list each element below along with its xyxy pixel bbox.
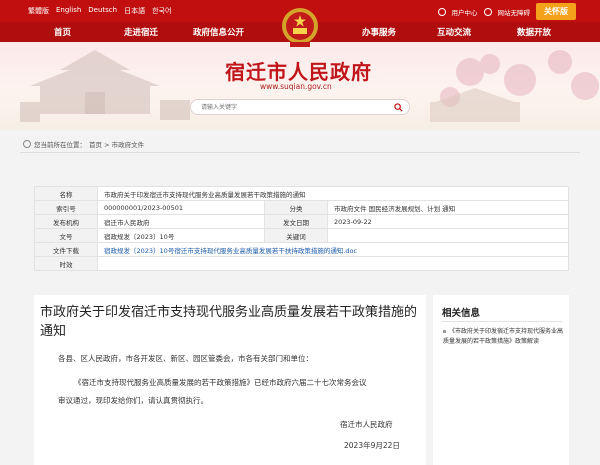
related-link-text[interactable]: 《市政府关于印发宿迁市支持现代服务业高质量发展的若干政策措施》政策解读 <box>443 328 563 345</box>
keyword-label: 关键词 <box>264 228 328 243</box>
nav-interaction[interactable]: 互动交流 <box>437 26 471 38</box>
care-mode-button[interactable]: 关怀版 <box>536 3 576 20</box>
lang-traditional[interactable]: 繁體版 <box>28 6 49 16</box>
index-label: 索引号 <box>34 200 98 215</box>
article-panel: 市政府关于印发宿迁市支持现代服务业高质量发展若干政策措施的通知 各县、区人民政府… <box>34 295 426 465</box>
lang-english[interactable]: English <box>56 6 81 16</box>
validity-value <box>97 256 569 271</box>
site-title: 宿迁市人民政府 <box>225 60 372 84</box>
user-icon <box>437 7 446 16</box>
docno-label: 文号 <box>34 228 98 243</box>
index-value: 000000001/2023-00501 <box>97 200 265 215</box>
issuer-label: 发布机构 <box>34 214 98 229</box>
article-body-line2: 审议通过，现印发给你们，请认真贯彻执行。 <box>58 396 208 405</box>
breadcrumb-prefix: 您当前所在位置： <box>34 141 86 149</box>
name-value: 市政府关于印发宿迁市支持现代服务业高质量发展若干政策措施的通知 <box>97 186 569 201</box>
download-link[interactable]: 宿政规发〔2023〕10号宿迁市支持现代服务业高质量发展若干扶持政策措施的通知.… <box>104 247 357 255</box>
name-label: 名称 <box>34 186 98 201</box>
nav-home[interactable]: 首页 <box>54 26 71 38</box>
related-link[interactable]: 《市政府关于印发宿迁市支持现代服务业高质量发展的若干政策措施》政策解读 <box>443 327 567 347</box>
nav-about[interactable]: 走进宿迁 <box>124 26 158 38</box>
breadcrumb-path[interactable]: 首页 > 市政府文件 <box>89 139 144 149</box>
document-info-table: 名称 市政府关于印发宿迁市支持现代服务业高质量发展若干政策措施的通知 索引号 0… <box>34 186 569 271</box>
article-signature: 宿迁市人民政府 <box>340 420 393 429</box>
date-value: 2023-09-22 <box>327 214 569 229</box>
docno-value: 宿政规发〔2023〕10号 <box>97 228 265 243</box>
category-value: 市政府文件 国民经济发展规划、计划 通知 <box>327 200 569 215</box>
nav-services[interactable]: 办事服务 <box>362 26 396 38</box>
language-switcher: 繁體版 English Deutsch 日本語 한국어 <box>28 6 171 16</box>
download-label: 文件下载 <box>34 242 98 257</box>
article-title: 市政府关于印发宿迁市支持现代服务业高质量发展若干政策措施的通知 <box>40 305 418 339</box>
nav-open-data[interactable]: 数据开放 <box>517 26 551 38</box>
site-banner: 宿迁市人民政府 www.suqian.gov.cn <box>0 42 600 130</box>
search-input[interactable] <box>201 102 381 113</box>
breadcrumb: 您当前所在位置： 首页 > 市政府文件 <box>23 139 144 149</box>
divider <box>20 152 580 153</box>
national-emblem-icon <box>282 8 318 47</box>
validity-label: 时效 <box>34 256 98 271</box>
accessibility-link[interactable]: 网站无障碍 <box>498 7 531 17</box>
divider <box>442 321 562 322</box>
category-label: 分类 <box>264 200 328 215</box>
search-icon[interactable] <box>394 103 403 112</box>
issuer-value: 宿迁市人民政府 <box>97 214 265 229</box>
nav-open-info[interactable]: 政府信息公开 <box>193 26 244 38</box>
lang-korean[interactable]: 한국어 <box>152 6 171 16</box>
lang-german[interactable]: Deutsch <box>88 6 117 16</box>
site-url: www.suqian.gov.cn <box>260 82 332 91</box>
article-greeting: 各县、区人民政府，市各开发区、新区、园区管委会，市各有关部门和单位： <box>58 354 313 363</box>
date-label: 发文日期 <box>264 214 328 229</box>
article-sign-date: 2023年9月22日 <box>344 441 400 450</box>
user-center-link[interactable]: 用户中心 <box>452 7 478 17</box>
related-info-panel: 相关信息 《市政府关于印发宿迁市支持现代服务业高质量发展的若干政策措施》政策解读 <box>433 295 569 465</box>
related-info-heading: 相关信息 <box>442 308 481 319</box>
bullet-icon <box>443 330 446 333</box>
lang-japanese[interactable]: 日本語 <box>124 6 145 16</box>
article-body-line1: 《宿迁市支持现代服务业高质量发展的若干政策措施》已经市政府六届二十七次常务会议 <box>74 378 367 387</box>
search-box <box>190 99 410 115</box>
accessibility-icon <box>483 7 492 16</box>
keyword-value <box>327 228 569 243</box>
location-icon <box>23 140 31 148</box>
